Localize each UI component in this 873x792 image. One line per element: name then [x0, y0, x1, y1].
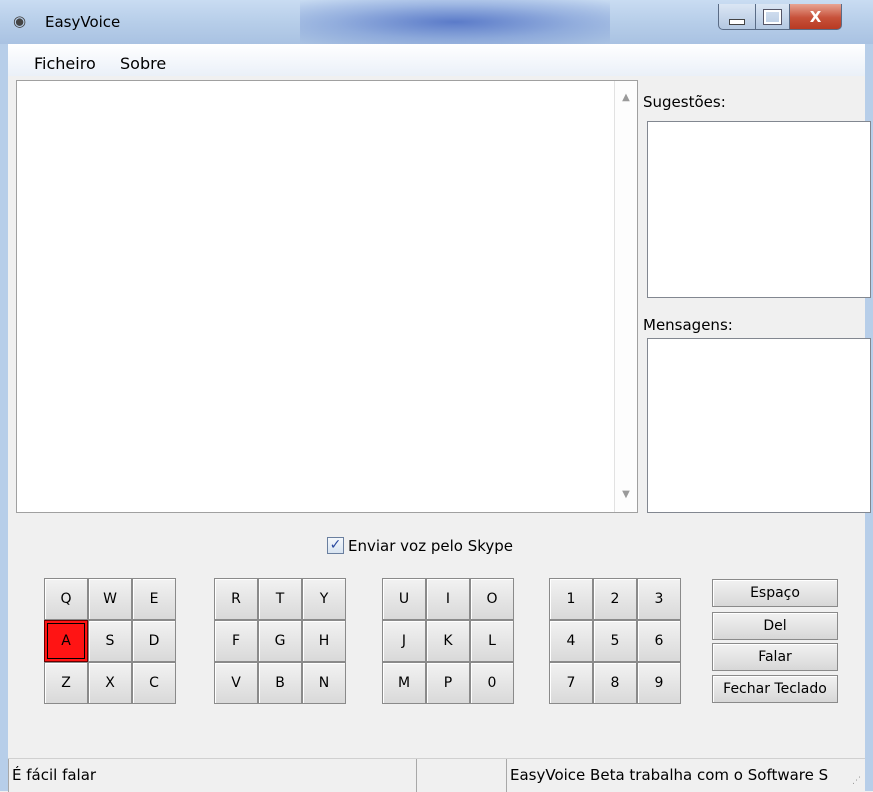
status-text-right: EasyVoice Beta trabalha com o Software S [506, 759, 865, 792]
key-s[interactable]: S [88, 620, 132, 662]
key-k[interactable]: K [426, 620, 470, 662]
key-f[interactable]: F [214, 620, 258, 662]
menu-bar: Ficheiro Sobre [0, 44, 873, 76]
key-z[interactable]: Z [44, 662, 88, 704]
key-c[interactable]: C [132, 662, 176, 704]
skype-voice-checkbox[interactable]: ✓ [327, 537, 344, 554]
minimize-button[interactable] [718, 4, 756, 30]
status-text-left: É fácil falar [8, 759, 416, 792]
resize-grip-icon[interactable]: ⋰ [852, 775, 864, 787]
skype-voice-label[interactable]: Enviar voz pelo Skype [348, 536, 513, 556]
delete-button[interactable]: Del [712, 612, 838, 640]
key-p[interactable]: P [426, 662, 470, 704]
key-o[interactable]: O [470, 578, 514, 620]
message-text-area[interactable] [16, 80, 638, 513]
key-m[interactable]: M [382, 662, 426, 704]
window-title: EasyVoice [45, 13, 121, 31]
key-0[interactable]: 0 [470, 662, 514, 704]
suggestions-label: Sugestões: [643, 93, 726, 111]
scroll-down-arrow-icon[interactable]: ▼ [615, 486, 637, 504]
key-i[interactable]: I [426, 578, 470, 620]
key-7[interactable]: 7 [549, 662, 593, 704]
key-n[interactable]: N [302, 662, 346, 704]
title-glow [300, 0, 610, 44]
key-w[interactable]: W [88, 578, 132, 620]
key-y[interactable]: Y [302, 578, 346, 620]
key-d[interactable]: D [132, 620, 176, 662]
close-button[interactable]: X [790, 4, 842, 30]
key-1[interactable]: 1 [549, 578, 593, 620]
title-bar[interactable]: ◉ EasyVoice X [0, 0, 873, 44]
key-g[interactable]: G [258, 620, 302, 662]
key-q[interactable]: Q [44, 578, 88, 620]
menu-ficheiro[interactable]: Ficheiro [34, 54, 96, 74]
maximize-icon [763, 8, 782, 25]
maximize-button[interactable] [756, 4, 790, 30]
key-t[interactable]: T [258, 578, 302, 620]
key-3[interactable]: 3 [637, 578, 681, 620]
app-speaker-icon[interactable]: ◉ [13, 11, 35, 31]
scroll-up-arrow-icon[interactable]: ▲ [615, 89, 637, 107]
key-r[interactable]: R [214, 578, 258, 620]
key-x[interactable]: X [88, 662, 132, 704]
key-v[interactable]: V [214, 662, 258, 704]
key-e[interactable]: E [132, 578, 176, 620]
key-5[interactable]: 5 [593, 620, 637, 662]
close-icon: X [809, 7, 822, 26]
suggestions-list[interactable] [647, 121, 871, 298]
speak-button[interactable]: Falar [712, 643, 838, 671]
status-bar: É fácil falar EasyVoice Beta trabalha co… [8, 758, 865, 792]
status-text-middle [416, 759, 506, 792]
messages-list[interactable] [647, 338, 871, 513]
key-8[interactable]: 8 [593, 662, 637, 704]
checkmark-icon: ✓ [329, 537, 342, 553]
minimize-icon [729, 18, 745, 25]
key-2[interactable]: 2 [593, 578, 637, 620]
key-a[interactable]: A [44, 620, 88, 662]
menu-sobre[interactable]: Sobre [120, 54, 166, 74]
key-b[interactable]: B [258, 662, 302, 704]
messages-label: Mensagens: [643, 316, 733, 334]
key-j[interactable]: J [382, 620, 426, 662]
key-h[interactable]: H [302, 620, 346, 662]
key-9[interactable]: 9 [637, 662, 681, 704]
key-l[interactable]: L [470, 620, 514, 662]
close-keyboard-button[interactable]: Fechar Teclado [712, 675, 838, 703]
window-frame-left [0, 76, 8, 791]
key-4[interactable]: 4 [549, 620, 593, 662]
key-6[interactable]: 6 [637, 620, 681, 662]
text-area-scrollbar[interactable]: ▲ ▼ [614, 81, 637, 512]
space-button[interactable]: Espaço [712, 579, 838, 607]
key-u[interactable]: U [382, 578, 426, 620]
